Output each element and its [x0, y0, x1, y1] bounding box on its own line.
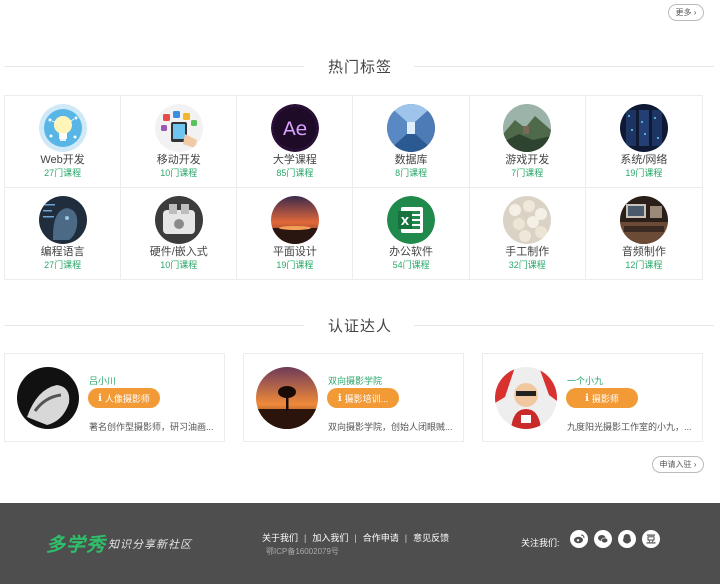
expert-card[interactable]: 吕小川 ℹ 人像摄影师 著名创作型摄影师，研习油画... — [4, 353, 225, 442]
link-separator: | — [404, 532, 408, 543]
douban-icon[interactable] — [642, 530, 660, 548]
tag-name: 办公软件 — [389, 245, 434, 258]
tag-name: 手工制作 — [505, 245, 550, 258]
tag-item-hardware[interactable]: 硬件/嵌入式 10门课程 — [121, 187, 238, 279]
tag-item-game[interactable]: 游戏开发 7门课程 — [469, 96, 586, 188]
tag-item-database[interactable]: 数据库 8门课程 — [353, 96, 470, 188]
footer-link-feedback[interactable]: 意见反馈 — [413, 531, 449, 544]
expert-name[interactable]: 吕小川 — [89, 374, 116, 387]
footer-logo[interactable]: 多学秀 — [46, 530, 106, 557]
tag-item-handcraft[interactable]: 手工制作 32门课程 — [470, 187, 586, 279]
tag-count: 19门课程 — [625, 168, 663, 178]
footer-link-about[interactable]: 关于我们 — [262, 531, 298, 544]
tag-count: 10门课程 — [160, 259, 198, 270]
link-separator: | — [354, 532, 357, 543]
footer-links: 关于我们 | 加入我们 | 合作申请 | 意见反馈 — [262, 531, 449, 544]
expert-card[interactable]: 一个小九 ℹ 摄影师 九度阳光摄影工作室的小九，... — [482, 353, 703, 442]
wechat-icon[interactable] — [594, 530, 612, 548]
footer-icp[interactable]: 鄂ICP备16002079号 — [266, 546, 339, 557]
tag-name: 平面设计 — [272, 245, 317, 258]
tag-count: 19门课程 — [276, 259, 314, 270]
tag-name: 数据库 — [394, 154, 428, 166]
game-landscape-icon — [503, 104, 552, 152]
audio-mixer-icon — [619, 195, 668, 244]
badge-i-icon: ℹ — [585, 392, 589, 404]
tag-item-graphic-design[interactable]: 平面设计 19门课程 — [237, 187, 354, 279]
more-button[interactable]: 更多 › — [668, 4, 704, 21]
tag-item-programming[interactable]: 编程语言 27门课程 — [5, 187, 122, 279]
avatar[interactable] — [17, 367, 79, 429]
experts-title: 认证达人 — [327, 317, 392, 335]
expert-desc: 双向摄影学院，创始人闭眼贼... — [328, 422, 453, 432]
apply-join-button[interactable]: 申请入驻 › — [652, 456, 704, 473]
expert-desc: 九度阳光摄影工作室的小九，... — [567, 422, 692, 432]
expert-badge: ℹ 摄影师 — [566, 388, 638, 408]
footer-link-join[interactable]: 加入我们 — [312, 531, 348, 544]
tag-name: 游戏开发 — [505, 154, 550, 166]
hardware-icon — [154, 195, 203, 244]
tag-count: 85门课程 — [276, 168, 314, 178]
tag-count: 7门课程 — [511, 168, 544, 178]
weibo-icon[interactable] — [570, 530, 588, 548]
hot-tags-header: 热门标签 — [0, 56, 720, 76]
tag-name: 系统/网络 — [620, 154, 668, 166]
tag-count: 8门课程 — [395, 168, 428, 178]
tag-count: 27门课程 — [44, 259, 82, 270]
tag-item-office[interactable]: X 办公软件 54门课程 — [353, 187, 470, 279]
tag-name: Web开发 — [40, 154, 85, 166]
tag-name: 编程语言 — [40, 245, 85, 258]
footer: 多学秀 知识分享新社区 关于我们 | 加入我们 | 合作申请 | 意见反馈 鄂I… — [0, 503, 720, 584]
sunset-design-icon — [270, 195, 319, 244]
expert-name[interactable]: 一个小九 — [567, 374, 603, 387]
tag-name: 移动开发 — [156, 154, 201, 166]
experts-header: 认证达人 — [0, 315, 720, 335]
badge-i-icon: ℹ — [337, 392, 342, 404]
footer-link-cooperation[interactable]: 合作申请 — [363, 531, 399, 544]
tag-count: 12门课程 — [625, 259, 663, 270]
link-separator: | — [304, 532, 307, 543]
tag-name: 音频制作 — [621, 245, 666, 258]
after-effects-icon: Ae — [270, 104, 319, 152]
expert-card[interactable]: 双向摄影学院 ℹ 摄影培训... 双向摄影学院，创始人闭眼贼... — [243, 353, 464, 442]
mobile-apps-icon — [154, 104, 203, 152]
follow-label: 关注我们: — [521, 538, 560, 548]
tag-count: 27门课程 — [44, 168, 82, 178]
excel-icon: X — [387, 195, 436, 244]
tag-item-mobile[interactable]: 移动开发 10门课程 — [121, 96, 238, 188]
handcraft-icon — [503, 195, 552, 244]
tag-name: 大学课程 — [272, 154, 317, 166]
expert-name[interactable]: 双向摄影学院 — [328, 374, 382, 387]
avatar[interactable] — [256, 367, 318, 429]
svg-text:X: X — [401, 215, 410, 228]
programming-face-icon — [38, 195, 87, 244]
tag-item-audio[interactable]: 音频制作 12门课程 — [586, 188, 702, 280]
lightbulb-web-icon — [38, 104, 87, 152]
expert-badge: ℹ 人像摄影师 — [88, 388, 160, 408]
avatar[interactable] — [495, 367, 557, 429]
tag-count: 54门课程 — [392, 259, 430, 270]
svg-text:Ae: Ae — [283, 118, 307, 140]
tag-item-system-network[interactable]: 系统/网络 19门课程 — [585, 96, 702, 188]
expert-badge: ℹ 摄影培训... — [327, 388, 399, 408]
tag-item-web[interactable]: Web开发 27门课程 — [5, 96, 122, 188]
hot-tags-grid: Web开发 27门课程 移动开发 10门课程 Ae 大学课程 85门课程 数据库… — [4, 95, 703, 280]
expert-desc: 著名创作型摄影师，研习油画... — [89, 422, 214, 432]
server-room-icon — [619, 104, 668, 152]
qq-icon[interactable] — [618, 530, 636, 548]
tag-item-university[interactable]: Ae 大学课程 85门课程 — [237, 96, 354, 188]
tag-count: 32门课程 — [508, 259, 546, 270]
tag-name: 硬件/嵌入式 — [149, 245, 208, 258]
hot-tags-title: 热门标签 — [327, 58, 392, 76]
database-corridor-icon — [387, 104, 436, 152]
tag-count: 10门课程 — [160, 168, 198, 178]
badge-i-icon: ℹ — [98, 392, 102, 404]
footer-slogan: 知识分享新社区 — [108, 538, 192, 551]
